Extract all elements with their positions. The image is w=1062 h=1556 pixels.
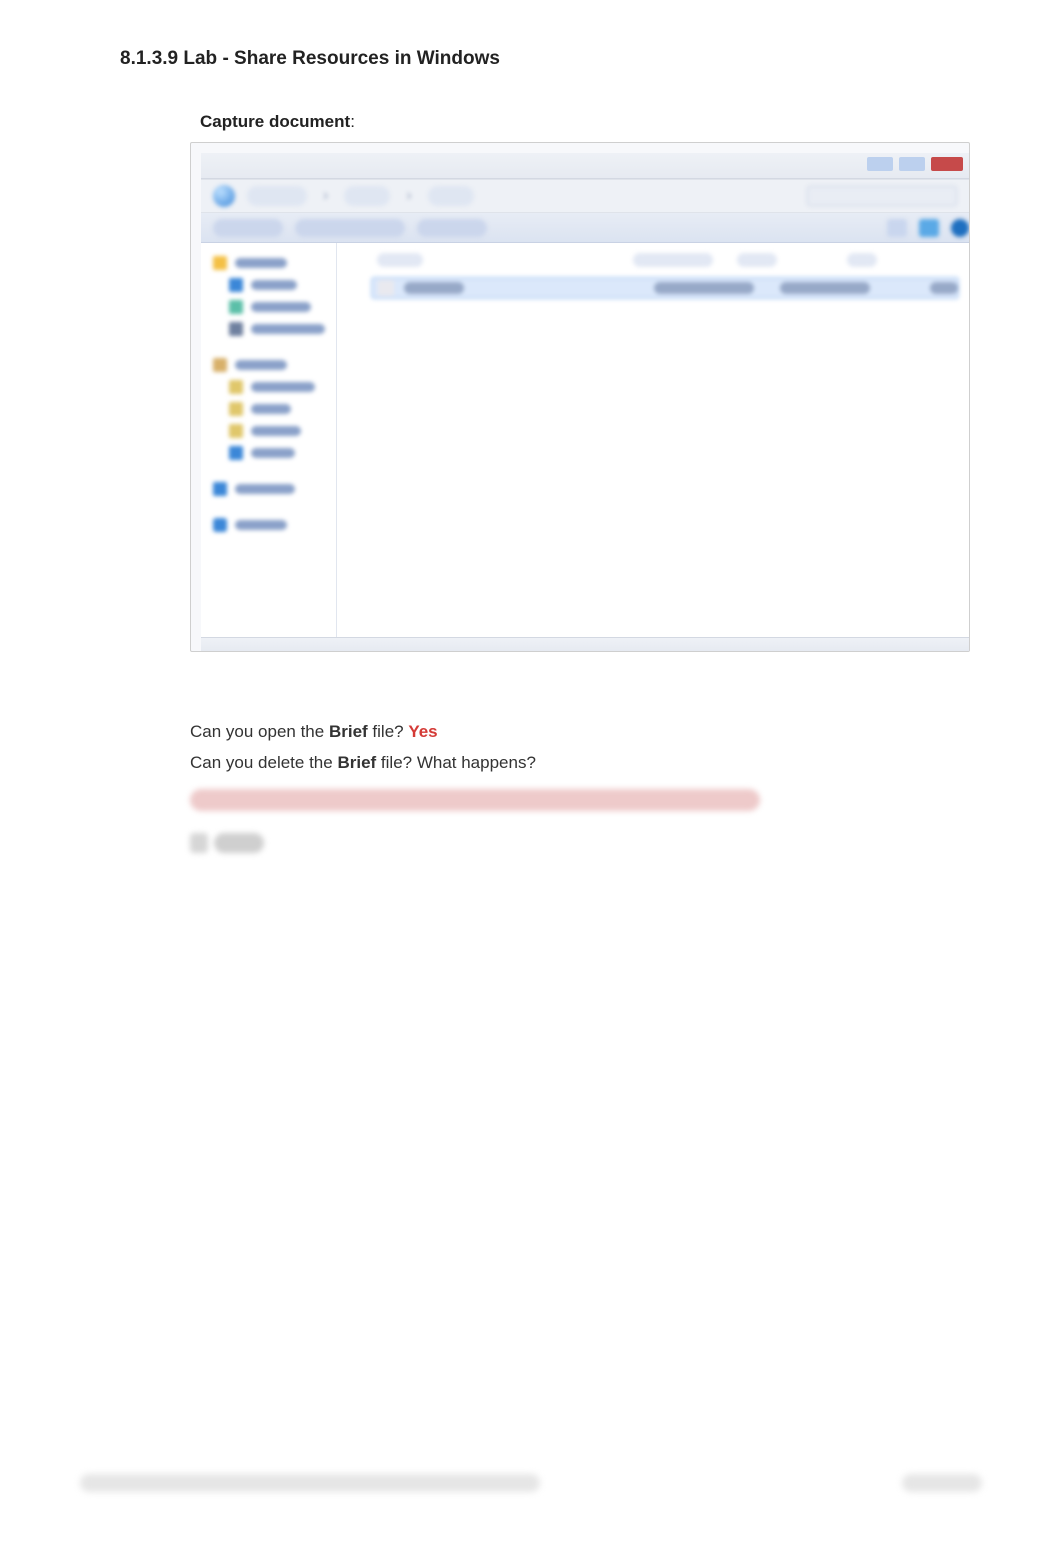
question-block: Can you open the Brief file? Yes Can you… [190,716,982,779]
sidebar-item-pictures[interactable] [213,421,326,441]
sidebar-item-recent-places[interactable] [213,319,326,339]
page-footer [80,1474,982,1492]
doc-title: 8.1.3.9 Lab - Share Resources in Windows [120,48,982,70]
question-2: Can you delete the Brief file? What happ… [190,747,982,778]
new-folder-button[interactable] [417,219,487,237]
breadcrumb-segment[interactable] [344,186,390,206]
preview-button[interactable] [919,219,939,237]
breadcrumb-bar: › › [201,179,969,213]
sidebar-item-downloads[interactable] [213,297,326,317]
sidebar-item-network[interactable] [213,515,326,535]
column-header-date-modified[interactable] [633,253,713,267]
breadcrumb-segment[interactable] [247,186,307,206]
window-controls [867,157,963,171]
navigation-pane [201,243,337,637]
sidebar-item-desktop[interactable] [213,275,326,295]
capture-document-bold: Capture document [200,112,350,131]
window-title-bar [201,153,969,179]
toolbar [201,213,969,243]
chevron-right-icon: › [402,187,415,205]
q1-text-post: file? [368,722,409,741]
sidebar-item-documents[interactable] [213,377,326,397]
sidebar-item-libraries[interactable] [213,355,326,375]
capture-document-colon: : [350,112,355,131]
file-list-pane [337,243,969,637]
chevron-right-icon: › [319,187,332,205]
page: 8.1.3.9 Lab - Share Resources in Windows… [0,0,1062,1556]
back-icon[interactable] [213,185,235,207]
sidebar-item-computer[interactable] [213,479,326,499]
q2-brief: Brief [337,753,376,772]
footer-page-number [902,1474,982,1492]
next-step-redacted [190,833,264,853]
file-list [353,277,959,299]
status-bar [201,637,969,651]
windows-explorer-screenshot: › › [190,142,970,652]
q2-text-post: file? What happens? [376,753,536,772]
explorer-body [201,243,969,637]
sidebar-item-favorites[interactable] [213,253,326,273]
breadcrumb-segment[interactable] [428,186,474,206]
search-input[interactable] [807,186,957,206]
file-type [780,282,870,294]
minimize-button[interactable] [867,157,893,171]
sidebar-item-music[interactable] [213,399,326,419]
q1-brief: Brief [329,722,368,741]
file-row-brief[interactable] [371,277,959,299]
sidebar-item-videos[interactable] [213,443,326,463]
column-header-name[interactable] [377,253,423,267]
answer-2-redacted [190,789,760,811]
file-name [404,282,464,294]
q1-text-pre: Can you open the [190,722,329,741]
footer-copyright [80,1474,540,1492]
question-1: Can you open the Brief file? Yes [190,716,982,747]
column-header-type[interactable] [737,253,777,267]
answer-yes: Yes [408,722,437,741]
include-in-library-button[interactable] [295,219,405,237]
maximize-button[interactable] [899,157,925,171]
capture-document-label: Capture document: [200,112,982,132]
column-headers [353,253,959,267]
file-size [930,282,958,294]
file-date [654,282,754,294]
help-icon[interactable] [951,219,969,237]
file-icon [378,280,394,296]
column-header-size[interactable] [847,253,877,267]
close-button[interactable] [931,157,963,171]
q2-text-pre: Can you delete the [190,753,337,772]
organize-button[interactable] [213,219,283,237]
view-button[interactable] [887,219,907,237]
